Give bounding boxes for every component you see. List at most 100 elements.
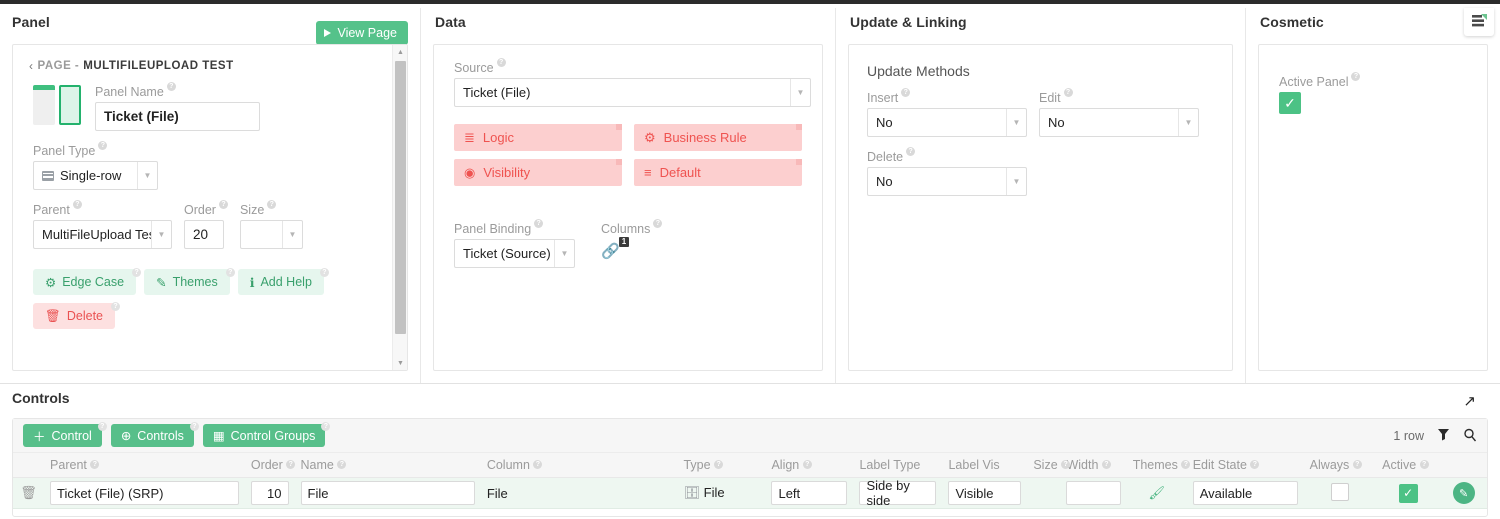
cell-active[interactable]: ✓ xyxy=(1376,477,1441,509)
delete-panel-button[interactable]: 🗑 Delete ? xyxy=(33,302,121,329)
back-chevron-icon[interactable]: ‹ xyxy=(29,59,34,73)
help-icon[interactable]: ? xyxy=(1352,460,1362,469)
help-icon[interactable]: ? xyxy=(90,460,100,469)
th-width[interactable]: Width ? xyxy=(1060,453,1127,478)
help-icon[interactable]: ? xyxy=(534,219,544,228)
scroll-up-icon[interactable]: ▲ xyxy=(393,45,407,59)
panel-type-select[interactable]: Single-row ▼ xyxy=(33,161,158,190)
cell-actions[interactable]: ✎ xyxy=(1440,477,1487,509)
help-icon[interactable]: ? xyxy=(267,200,277,209)
insert-select[interactable]: No ▼ xyxy=(867,108,1027,137)
help-icon[interactable]: ? xyxy=(1250,460,1260,469)
th-themes[interactable]: Themes ? xyxy=(1126,453,1191,478)
help-icon[interactable]: ? xyxy=(496,58,506,67)
help-icon[interactable]: ? xyxy=(97,422,107,431)
cell-edit-state[interactable]: Available xyxy=(1186,477,1304,509)
delete-select[interactable]: No ▼ xyxy=(867,167,1027,196)
help-icon[interactable]: ? xyxy=(653,219,663,228)
help-icon[interactable]: ? xyxy=(225,268,235,277)
help-icon[interactable]: ? xyxy=(906,147,916,156)
label-vis-cell-input[interactable]: Visible xyxy=(948,481,1022,505)
cell-parent[interactable]: Ticket (File) (SRP) xyxy=(44,477,245,509)
help-icon[interactable]: ? xyxy=(111,302,121,311)
add-help-button[interactable]: ℹ Add Help ? xyxy=(237,268,329,295)
th-size[interactable]: Size ? xyxy=(1027,453,1071,478)
help-icon[interactable]: ? xyxy=(1351,72,1361,81)
themes-button[interactable]: ✎ Themes ? xyxy=(144,268,235,295)
search-icon[interactable] xyxy=(1463,428,1477,445)
cell-label-vis[interactable]: Visible xyxy=(942,477,1028,509)
panel-name-input[interactable]: Ticket (File) xyxy=(95,102,260,131)
default-button[interactable]: ≡ Default xyxy=(634,159,802,186)
help-icon[interactable]: ? xyxy=(901,88,911,97)
columns-link-icon[interactable]: 🔗 1 xyxy=(601,237,629,260)
scrollbar-thumb[interactable] xyxy=(395,61,406,334)
cell-width[interactable] xyxy=(1060,477,1127,509)
chevron-down-icon[interactable]: ▼ xyxy=(1006,168,1026,195)
th-active[interactable]: Active ? xyxy=(1376,453,1441,478)
parent-cell-input[interactable]: Ticket (File) (SRP) xyxy=(50,481,239,505)
always-checkbox[interactable] xyxy=(1330,482,1349,501)
chevron-down-icon[interactable]: ▼ xyxy=(1178,109,1198,136)
width-cell-input[interactable] xyxy=(1066,481,1121,505)
edge-case-button[interactable]: ⚙ Edge Case ? xyxy=(33,268,142,295)
th-always[interactable]: Always ? xyxy=(1303,453,1377,478)
active-panel-checkbox[interactable]: ✓ xyxy=(1279,92,1301,114)
cell-label-type[interactable]: Side by side xyxy=(853,477,943,509)
th-column[interactable]: Column ? xyxy=(480,453,678,478)
help-icon[interactable]: ? xyxy=(286,460,296,469)
size-select[interactable]: ▼ xyxy=(239,220,303,249)
help-icon[interactable]: ? xyxy=(321,422,331,431)
help-icon[interactable]: ? xyxy=(218,200,228,209)
expand-controls-icon[interactable]: ↗ xyxy=(1463,392,1476,410)
order-cell-input[interactable]: 10 xyxy=(250,481,289,505)
breadcrumb[interactable]: ‹ PAGE - MULTIFILEUPLOAD TEST xyxy=(13,45,407,73)
help-icon[interactable]: ? xyxy=(1419,460,1429,469)
chevron-down-icon[interactable]: ▼ xyxy=(554,240,574,267)
cell-order[interactable]: 10 xyxy=(244,477,295,509)
row-delete-cell[interactable]: 🗑 xyxy=(13,477,45,509)
brush-icon[interactable]: 🖌 xyxy=(1148,485,1165,500)
help-icon[interactable]: ? xyxy=(533,460,543,469)
business-rule-button[interactable]: ⚙ Business Rule xyxy=(634,124,802,151)
help-icon[interactable]: ? xyxy=(132,268,142,277)
cell-name[interactable]: File xyxy=(294,477,481,509)
parent-select[interactable]: MultiFileUpload Test ▼ xyxy=(33,220,172,249)
help-icon[interactable]: ? xyxy=(98,141,108,150)
help-icon[interactable]: ? xyxy=(72,200,82,209)
visibility-button[interactable]: ◉ Visibility xyxy=(454,159,622,186)
align-cell-input[interactable]: Left xyxy=(771,481,848,505)
filter-icon[interactable] xyxy=(1437,428,1450,444)
view-page-button[interactable]: View Page xyxy=(316,21,408,45)
chevron-down-icon[interactable]: ▼ xyxy=(281,221,302,248)
trash-icon[interactable]: 🗑 xyxy=(20,485,37,500)
add-control-button[interactable]: ＋ Control ? xyxy=(23,422,107,447)
th-label-vis[interactable]: Label Vis xyxy=(942,453,1028,478)
help-icon[interactable]: ? xyxy=(1101,460,1111,469)
chevron-down-icon[interactable]: ▼ xyxy=(151,221,171,248)
edit-select[interactable]: No ▼ xyxy=(1039,108,1199,137)
panel-binding-select[interactable]: Ticket (Source) ▼ xyxy=(454,239,575,268)
edit-state-cell-input[interactable]: Available xyxy=(1192,481,1298,505)
cell-themes[interactable]: 🖌 xyxy=(1126,477,1187,509)
cell-always[interactable] xyxy=(1303,477,1377,509)
name-cell-input[interactable]: File xyxy=(300,481,475,505)
chevron-down-icon[interactable]: ▼ xyxy=(1006,109,1026,136)
controls-button[interactable]: ⊕ Controls ? xyxy=(110,422,199,447)
table-row[interactable]: 🗑 Ticket (File) (SRP) 10 File File 🗄 Fil xyxy=(13,477,1487,509)
label-type-cell-input[interactable]: Side by side xyxy=(859,478,937,508)
chevron-down-icon[interactable]: ▼ xyxy=(790,79,810,106)
chevron-down-icon[interactable]: ▼ xyxy=(137,162,157,189)
layers-panel-icon[interactable] xyxy=(1464,8,1494,36)
th-label-type[interactable]: Label Type xyxy=(853,453,943,478)
scroll-down-icon[interactable]: ▼ xyxy=(393,356,407,370)
help-icon[interactable]: ? xyxy=(714,460,724,469)
help-icon[interactable]: ? xyxy=(189,422,199,431)
help-icon[interactable]: ? xyxy=(166,82,176,91)
active-checkbox[interactable]: ✓ xyxy=(1398,483,1418,503)
th-type[interactable]: Type ? xyxy=(677,453,766,478)
help-icon[interactable]: ? xyxy=(319,268,329,277)
help-icon[interactable]: ? xyxy=(337,460,347,469)
th-order[interactable]: Order ? xyxy=(244,453,296,478)
help-icon[interactable]: ? xyxy=(802,460,812,469)
